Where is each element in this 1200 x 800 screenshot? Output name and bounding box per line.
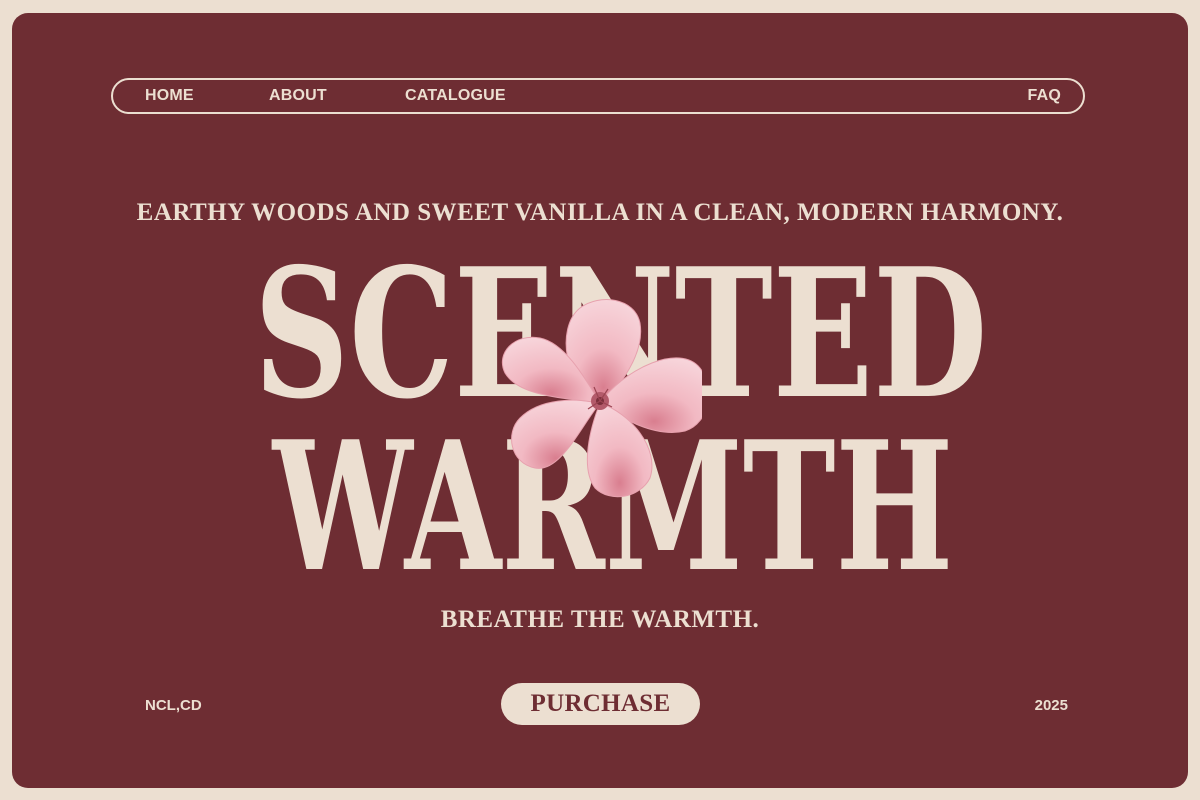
hero-card: HOME ABOUT CATALOGUE FAQ EARTHY WOODS AN… [12, 13, 1188, 788]
hibiscus-flower-image [502, 299, 702, 498]
top-nav: HOME ABOUT CATALOGUE FAQ [111, 78, 1085, 114]
footer-year: 2025 [1034, 697, 1068, 714]
nav-about-link[interactable]: ABOUT [269, 87, 327, 105]
nav-home-link[interactable]: HOME [145, 87, 194, 105]
purchase-button[interactable]: PURCHASE [501, 683, 700, 725]
nav-faq-link[interactable]: FAQ [1028, 87, 1062, 105]
footer-left-text: NCL,CD [145, 697, 202, 714]
hero-subline: BREATHE THE WARMTH. [440, 606, 760, 633]
nav-catalogue-link[interactable]: CATALOGUE [405, 87, 506, 105]
hero-tagline: EARTHY WOODS AND SWEET VANILLA IN A CLEA… [136, 199, 1064, 226]
